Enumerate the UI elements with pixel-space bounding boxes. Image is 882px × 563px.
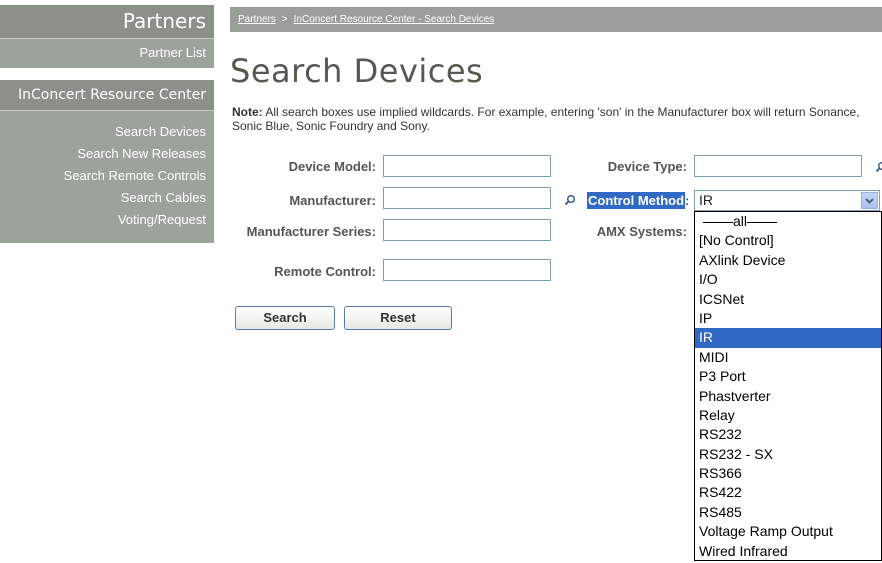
search-button[interactable]: Search [235, 306, 335, 330]
dropdown-option[interactable]: IP [695, 309, 881, 328]
manufacturer-series-label: Manufacturer Series: [246, 224, 376, 239]
dropdown-option-selected[interactable]: IR [695, 328, 881, 348]
breadcrumb-link-partners[interactable]: Partners [238, 14, 276, 25]
breadcrumb: Partners > InConcert Resource Center - Sea… [230, 7, 882, 32]
chevron-down-icon[interactable] [861, 192, 878, 209]
sidebar-item-search-remote-controls[interactable]: Search Remote Controls [0, 165, 214, 187]
breadcrumb-link-search-devices[interactable]: InConcert Resource Center - Search Devic… [294, 14, 495, 25]
sidebar-item-search-cables[interactable]: Search Cables [0, 187, 214, 209]
sidebar-header: Partners [0, 5, 214, 38]
device-type-input[interactable] [694, 155, 862, 177]
control-method-label: Control Method: [587, 192, 690, 209]
control-method-label-colon: : [685, 193, 690, 208]
magnifier-icon[interactable] [564, 194, 576, 206]
breadcrumb-separator: > [281, 14, 288, 25]
sidebar-section-title[interactable]: InConcert Resource Center [0, 80, 214, 110]
search-note: Note: All search boxes use implied wildc… [232, 105, 877, 133]
sidebar-item-partner-list[interactable]: Partner List [0, 38, 214, 68]
device-model-input[interactable] [383, 155, 551, 177]
remote-control-input[interactable] [383, 259, 551, 281]
page-title: Search Devices [230, 52, 484, 90]
control-method-selected-value: IR [699, 192, 713, 208]
magnifier-icon[interactable] [875, 161, 882, 173]
dropdown-option-all[interactable]: all [695, 212, 881, 231]
sidebar-item-search-devices[interactable]: Search Devices [0, 121, 214, 143]
manufacturer-series-input[interactable] [383, 219, 551, 241]
dropdown-option[interactable]: RS366 [695, 464, 881, 483]
control-method-select[interactable]: IR [694, 190, 880, 211]
amx-systems-label: AMX Systems: [596, 224, 687, 239]
dropdown-option-all-label: all [733, 213, 748, 229]
note-label: Note: [232, 105, 263, 119]
dropdown-option[interactable]: Voltage Ramp Output [695, 522, 881, 541]
control-method-dropdown: all [No Control] AXlink Device I/O ICSNe… [694, 211, 882, 561]
sidebar-items: Search Devices Search New Releases Searc… [0, 110, 214, 243]
manufacturer-label: Manufacturer: [289, 193, 376, 208]
dropdown-option[interactable]: Wired Infrared [695, 542, 881, 561]
dropdown-option[interactable]: ICSNet [695, 290, 881, 309]
dropdown-option[interactable]: Relay [695, 406, 881, 425]
dropdown-option[interactable]: I/O [695, 270, 881, 289]
reset-button[interactable]: Reset [344, 306, 452, 330]
dropdown-option[interactable]: RS232 - SX [695, 445, 881, 464]
device-model-label: Device Model: [288, 159, 376, 174]
device-type-label: Device Type: [607, 159, 687, 174]
dropdown-option[interactable]: MIDI [695, 348, 881, 367]
manufacturer-input[interactable] [383, 187, 551, 209]
remote-control-label: Remote Control: [274, 264, 376, 279]
dropdown-option[interactable]: P3 Port [695, 367, 881, 386]
control-method-label-text: Control Method [587, 192, 686, 209]
sidebar-item-search-new-releases[interactable]: Search New Releases [0, 143, 214, 165]
dropdown-option[interactable]: Phastverter [695, 387, 881, 406]
dropdown-option[interactable]: [No Control] [695, 231, 881, 250]
sidebar: Partners Partner List InConcert Resource… [0, 0, 218, 563]
dropdown-option[interactable]: RS485 [695, 503, 881, 522]
sidebar-item-voting-request[interactable]: Voting/Request [0, 209, 214, 231]
dropdown-option[interactable]: RS422 [695, 483, 881, 502]
dropdown-option[interactable]: RS232 [695, 425, 881, 444]
dropdown-option[interactable]: AXlink Device [695, 251, 881, 270]
note-text: All search boxes use implied wildcards. … [232, 105, 860, 133]
